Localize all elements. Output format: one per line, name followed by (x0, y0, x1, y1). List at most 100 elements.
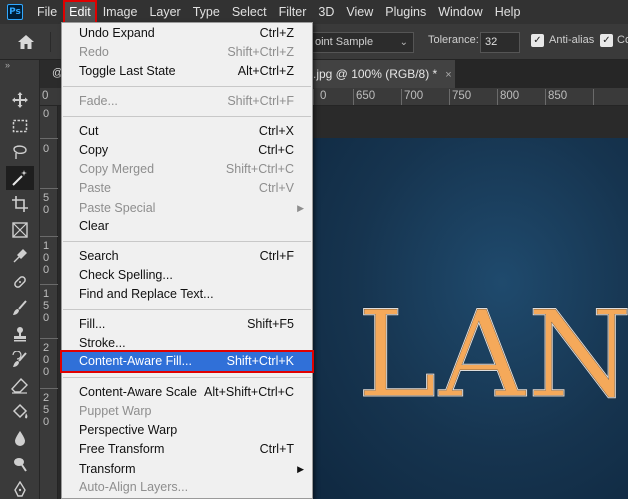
ruler-digit: 2 (43, 392, 50, 404)
menu-item-label: Paste (79, 181, 111, 195)
menu-item-fade[interactable]: Fade... Shift+Ctrl+F (62, 92, 312, 111)
sample-size-value: oint Sample (315, 36, 374, 48)
crop-tool-icon[interactable] (6, 192, 34, 216)
ruler-tick (401, 89, 402, 105)
menu-item-find-replace[interactable]: Find and Replace Text... (62, 285, 312, 304)
frame-tool-icon[interactable] (6, 218, 34, 242)
menu-item-paste-special[interactable]: Paste Special ▶ (62, 199, 312, 218)
menu-item-cut[interactable]: Cut Ctrl+X (62, 122, 312, 141)
menu-item-label: Copy Merged (79, 162, 155, 176)
eraser-tool-icon[interactable] (6, 374, 34, 398)
menu-separator (63, 241, 311, 242)
submenu-arrow-icon: ▶ (297, 203, 304, 213)
menu-item-label: Auto-Align Layers... (79, 480, 189, 494)
ruler-digit: 0 (43, 354, 50, 366)
marquee-tool-icon[interactable] (6, 114, 34, 138)
menu-plugins[interactable]: Plugins (379, 0, 432, 24)
menu-item-perspective-warp[interactable]: Perspective Warp (62, 421, 312, 440)
dodge-tool-icon[interactable] (6, 452, 34, 476)
menu-item-label: Find and Replace Text... (79, 287, 214, 301)
menu-item-shortcut: Ctrl+Z (259, 26, 294, 40)
menu-item-undo-expand[interactable]: Undo Expand Ctrl+Z (62, 24, 312, 43)
menu-view[interactable]: View (340, 0, 379, 24)
edit-menu-dropdown: Undo Expand Ctrl+Z Redo Shift+Ctrl+Z Tog… (60, 22, 314, 499)
menu-item-copy[interactable]: Copy Ctrl+C (62, 141, 312, 160)
menu-item-label: Cut (79, 124, 99, 138)
menu-item-check-spelling[interactable]: Check Spelling... (62, 266, 312, 285)
menu-item-stroke[interactable]: Stroke... (62, 334, 312, 353)
options-separator (50, 32, 51, 52)
menu-item-shortcut: Shift+Ctrl+C (225, 162, 294, 176)
menu-select[interactable]: Select (226, 0, 273, 24)
clone-stamp-tool-icon[interactable] (6, 322, 34, 346)
menu-item-shortcut: Alt+Ctrl+Z (237, 64, 294, 78)
menu-item-transform[interactable]: Transform ▶ (62, 460, 312, 479)
move-tool-icon[interactable] (6, 88, 34, 112)
submenu-arrow-icon: ▶ (297, 464, 304, 474)
menu-3d[interactable]: 3D (312, 0, 340, 24)
menu-item-fill[interactable]: Fill... Shift+F5 (62, 315, 312, 334)
menu-item-label: Undo Expand (79, 26, 155, 40)
menu-type[interactable]: Type (187, 0, 226, 24)
menu-window[interactable]: Window (432, 0, 488, 24)
home-icon[interactable] (17, 33, 35, 51)
antialias-checkbox[interactable]: ✓ (531, 34, 544, 47)
ruler-label: 750 (452, 90, 472, 102)
menu-item-label: Perspective Warp (79, 423, 178, 437)
menu-item-content-aware-scale[interactable]: Content-Aware Scale Alt+Shift+Ctrl+C (62, 383, 312, 402)
menu-item-label: Puppet Warp (79, 404, 152, 418)
menu-item-content-aware-fill[interactable]: Content-Aware Fill... Shift+Ctrl+K (60, 350, 314, 373)
menu-layer[interactable]: Layer (143, 0, 186, 24)
collapse-panel-icon[interactable]: » (5, 60, 10, 70)
ruler-digit: 1 (43, 288, 50, 300)
pen-tool-icon[interactable] (6, 478, 34, 499)
eyedropper-tool-icon[interactable] (6, 244, 34, 268)
sample-size-select[interactable]: oint Sample ⌄ (300, 32, 414, 53)
menu-item-search[interactable]: Search Ctrl+F (62, 247, 312, 266)
ruler-digit: 0 (43, 204, 50, 216)
selection-marching-ants: LAN (356, 286, 628, 425)
healing-brush-tool-icon[interactable] (6, 270, 34, 294)
menu-item-puppet-warp[interactable]: Puppet Warp (62, 402, 312, 421)
menu-item-copy-merged[interactable]: Copy Merged Shift+Ctrl+C (62, 160, 312, 179)
tab-strip (455, 60, 628, 88)
menu-item-label: Check Spelling... (79, 268, 173, 282)
ruler-tick (545, 89, 546, 105)
document-tab[interactable]: .jpg @ 100% (RGB/8) * × (313, 60, 455, 88)
menu-item-auto-align-layers[interactable]: Auto-Align Layers... (62, 478, 312, 497)
ruler-digit: 1 (43, 240, 50, 252)
ruler-tick (40, 236, 58, 237)
document-canvas[interactable]: LAN LAN (313, 138, 628, 499)
magic-wand-tool-icon[interactable] (6, 166, 34, 190)
menu-item-label: Search (79, 249, 119, 263)
blur-tool-icon[interactable] (6, 426, 34, 450)
menu-item-shortcut: Ctrl+C (258, 143, 294, 157)
menu-item-free-transform[interactable]: Free Transform Ctrl+T (62, 440, 312, 459)
menu-image[interactable]: Image (97, 0, 144, 24)
menu-item-label: Free Transform (79, 442, 165, 456)
close-tab-icon[interactable]: × (445, 69, 451, 81)
contiguous-checkbox[interactable]: ✓ (600, 34, 613, 47)
paint-bucket-tool-icon[interactable] (6, 400, 34, 424)
menu-item-label: Copy (79, 143, 109, 157)
brush-tool-icon[interactable] (6, 296, 34, 320)
tolerance-input[interactable]: 32 (480, 32, 520, 53)
menu-edit[interactable]: Edit (63, 0, 97, 24)
menu-item-label: Fade... (79, 94, 118, 108)
lasso-tool-icon[interactable] (6, 140, 34, 164)
menu-help[interactable]: Help (489, 0, 527, 24)
ruler-digit: 5 (43, 300, 50, 312)
ruler-label: 850 (548, 90, 568, 102)
menu-item-redo[interactable]: Redo Shift+Ctrl+Z (62, 43, 312, 62)
ruler-digit: 0 (43, 416, 50, 428)
ruler-digit: 2 (43, 342, 50, 354)
menu-item-clear[interactable]: Clear (62, 217, 312, 236)
history-brush-tool-icon[interactable] (6, 348, 34, 372)
ruler-label: 650 (356, 90, 376, 102)
ruler-tick (40, 138, 58, 139)
menu-item-label: Clear (79, 219, 109, 233)
menu-item-paste[interactable]: Paste Ctrl+V (62, 179, 312, 198)
menu-file[interactable]: File (31, 0, 63, 24)
menu-item-toggle-last-state[interactable]: Toggle Last State Alt+Ctrl+Z (62, 62, 312, 81)
menu-filter[interactable]: Filter (273, 0, 313, 24)
